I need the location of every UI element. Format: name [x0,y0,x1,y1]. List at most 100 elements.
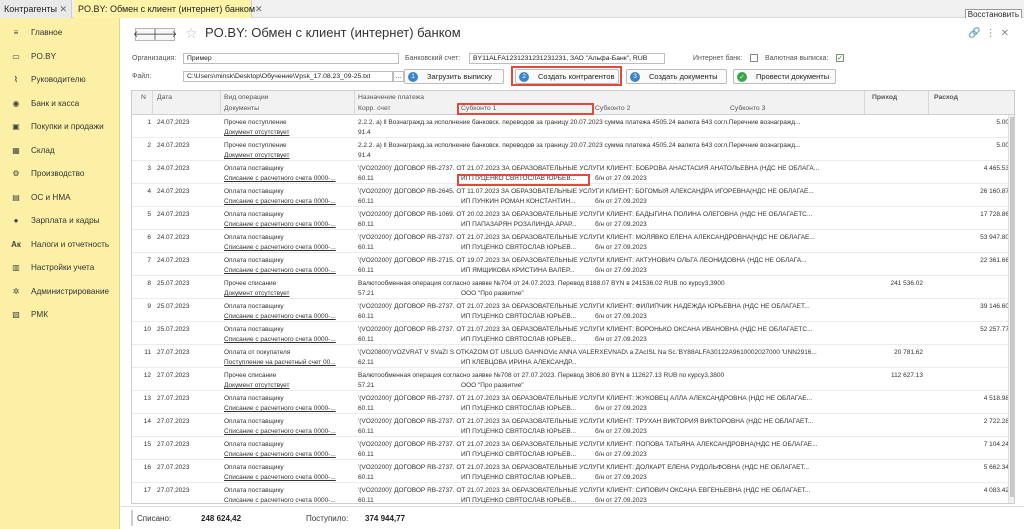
row-purpose: '(VO20200)' ДОГОВОР RB-2737. ОТ 21.07.20… [358,441,818,448]
table-row[interactable]: 13 27.07.2023 Оплата поставщику Списание с … [132,391,1014,414]
sidebar-item[interactable]: ⌇ Руководителю [0,68,119,92]
sidebar-item[interactable]: ▤ ОС и НМА [0,186,119,210]
row-subconto-1: ИП КЛЕВЦОВА ИРИНА АЛЕКСАНДР... [461,359,577,366]
sidebar-item[interactable]: ● Зарплата и кадры [0,209,119,233]
table-row[interactable]: 15 27.07.2023 Оплата поставщику Списание с … [132,437,1014,460]
row-purpose: '(VO20200)' ДОГОВОР RB-2715. ОТ 19.07.20… [358,257,807,264]
currency-statement-checkbox[interactable]: ✓ [836,54,844,62]
main-panel: 🡐 🡒 ☆ PO.BY: Обмен с клиент (интернет) б… [121,18,1024,529]
table-row[interactable]: 17 27.07.2023 Оплата поставщику Списание с … [132,483,1014,503]
row-date: 24.07.2023 [157,142,190,149]
account-field[interactable]: BY11ALFA1231231231231231, ЗАО "Альфа-Бан… [469,53,665,64]
sidebar-item[interactable]: ▧ РМК [0,303,119,327]
row-expense: 4 465.53 [983,165,1009,172]
col-expense[interactable]: Расход [934,94,958,101]
col-n[interactable]: N [141,94,146,101]
table-row[interactable]: 4 24.07.2023 Оплата поставщику Списание с р… [132,184,1014,207]
file-picker-button[interactable]: … [393,71,404,82]
more-icon[interactable]: ⋮ [986,28,1001,39]
table-row[interactable]: 2 24.07.2023 Прочее поступление Документ от… [132,138,1014,161]
internet-bank-checkbox[interactable] [750,54,758,62]
row-operation: Оплата поставщику [224,165,284,172]
row-corr-account: 91.4 [358,152,371,159]
row-document-link[interactable]: Списание с расчетного счета 0000-... [224,428,352,435]
row-document-link[interactable]: Документ отсутствует [224,290,352,297]
row-document-link[interactable]: Списание с расчетного счета 0000-... [224,175,352,182]
col-date[interactable]: Дата [157,94,172,101]
table-row[interactable]: 16 27.07.2023 Оплата поставщику Списание с … [132,460,1014,483]
row-document-link[interactable]: Списание с расчетного счета 0000-... [224,198,352,205]
row-document-link[interactable]: Списание с расчетного счета 0000-... [224,474,352,481]
table-row[interactable]: 12 27.07.2023 Прочее списание Документ отсу… [132,368,1014,391]
load-statement-button[interactable]: 1 Загрузить выписку [404,69,504,84]
section-icon: ▥ [12,263,20,273]
col-purpose[interactable]: Назначение платежа [358,94,424,101]
table-row[interactable]: 11 27.07.2023 Оплата от покупателя Поступле… [132,345,1014,368]
col-subconto-2[interactable]: Субконто 2 [595,105,630,112]
row-subconto-2: б/н от 27.09.2023 [595,428,647,435]
row-document-link[interactable]: Списание с расчетного счета 0000-... [224,451,352,458]
row-number: 1 [147,119,151,126]
sidebar-item[interactable]: ▦ Склад [0,139,119,163]
row-document-link[interactable]: Документ отсутствует [224,152,352,159]
close-icon[interactable]: ✕ [1001,28,1014,39]
sidebar-item[interactable]: ▣ Покупки и продажи [0,115,119,139]
col-income[interactable]: Приход [872,94,897,101]
file-label: Файл: [132,73,152,80]
forward-button[interactable]: 🡒 [153,28,177,41]
table-row[interactable]: 5 24.07.2023 Оплата поставщику Списание с р… [132,207,1014,230]
col-subconto-3[interactable]: Субконто 3 [730,105,765,112]
row-document-link[interactable]: Документ отсутствует [224,382,352,389]
col-operation[interactable]: Вид операции [224,94,268,101]
divider [928,91,929,115]
table-row[interactable]: 10 25.07.2023 Оплата поставщику Списание с … [132,322,1014,345]
row-date: 27.07.2023 [157,372,190,379]
page-title: PO.BY: Обмен с клиент (интернет) банком [205,25,461,40]
table-row[interactable]: 14 27.07.2023 Оплата поставщику Списание с … [132,414,1014,437]
sidebar-item[interactable]: ▥ Настройки учета [0,256,119,280]
row-document-link[interactable]: Списание с расчетного счета 0000-... [224,221,352,228]
create-documents-button[interactable]: 3 Создать документы [626,69,727,84]
sidebar-item[interactable]: ✲ Администрирование [0,280,119,304]
row-subconto-2: б/н от 27.09.2023 [595,336,647,343]
scrollbar-thumb[interactable] [1010,117,1014,497]
tab-contractors[interactable]: Контрагенты ✕ [0,0,72,18]
row-document-link[interactable]: Списание с расчетного счета 0000-... [224,267,352,274]
row-document-link[interactable]: Поступление на расчетный счет 00... [224,359,352,366]
row-subconto-1: ИП ПУЦЕНКО СВЯТОСЛАВ ЮРЬЕВ... [461,451,577,458]
row-document-link[interactable]: Списание с расчетного счета 0000-... [224,313,352,320]
tab-bank-exchange[interactable]: PO.BY: Обмен с клиент (интернет) банком ✕ [74,0,263,18]
org-field[interactable]: Пример [183,53,399,64]
link-icon[interactable]: 🔗 [968,28,985,39]
col-corr-account[interactable]: Корр. счет [358,105,391,112]
table-row[interactable]: 9 25.07.2023 Оплата поставщику Списание с р… [132,299,1014,322]
close-icon[interactable]: ✕ [255,4,263,15]
sidebar-item[interactable]: ◉ Банк и касса [0,92,119,116]
vertical-scrollbar[interactable] [1008,115,1014,503]
favorite-star-icon[interactable]: ☆ [185,25,198,42]
post-documents-button[interactable]: ✓ Провести документы [733,69,836,84]
sidebar-item[interactable]: Ак Налоги и отчетность [0,233,119,257]
row-document-link[interactable]: Документ отсутствует [224,129,352,136]
sidebar-item[interactable]: ≡ Главное [0,21,119,45]
sidebar-item[interactable]: ⚙ Производство [0,162,119,186]
close-icon[interactable]: ✕ [59,4,67,15]
row-corr-account: 91.4 [358,129,371,136]
create-contractors-button[interactable]: 2 Создать контрагентов [515,69,619,84]
table-row[interactable]: 1 24.07.2023 Прочее поступление Документ от… [132,115,1014,138]
table-row[interactable]: 7 24.07.2023 Оплата поставщику Списание с р… [132,253,1014,276]
col-subconto-1[interactable]: Субконто 1 [461,105,496,112]
sidebar-item-label: Настройки учета [31,263,95,273]
table-row[interactable]: 6 24.07.2023 Оплата поставщику Списание с р… [132,230,1014,253]
row-document-link[interactable]: Списание с расчетного счета 0000-... [224,244,352,251]
file-path-field[interactable]: C:\Users\minsk\Desktop\Обучение\Vpsk_17.… [183,71,393,82]
table-row[interactable]: 3 24.07.2023 Оплата поставщику Списание с р… [132,161,1014,184]
row-expense: 39 146.60 [980,303,1009,310]
row-document-link[interactable]: Списание с расчетного счета 0000-... [224,497,352,503]
sidebar-item[interactable]: ▭ PO.BY [0,45,119,69]
col-documents[interactable]: Документы [224,105,259,112]
row-corr-account: 60.11 [358,428,374,435]
table-row[interactable]: 8 25.07.2023 Прочее списание Документ отсут… [132,276,1014,299]
row-document-link[interactable]: Списание с расчетного счета 0000-... [224,336,352,343]
row-document-link[interactable]: Списание с расчетного счета 0000-... [224,405,352,412]
